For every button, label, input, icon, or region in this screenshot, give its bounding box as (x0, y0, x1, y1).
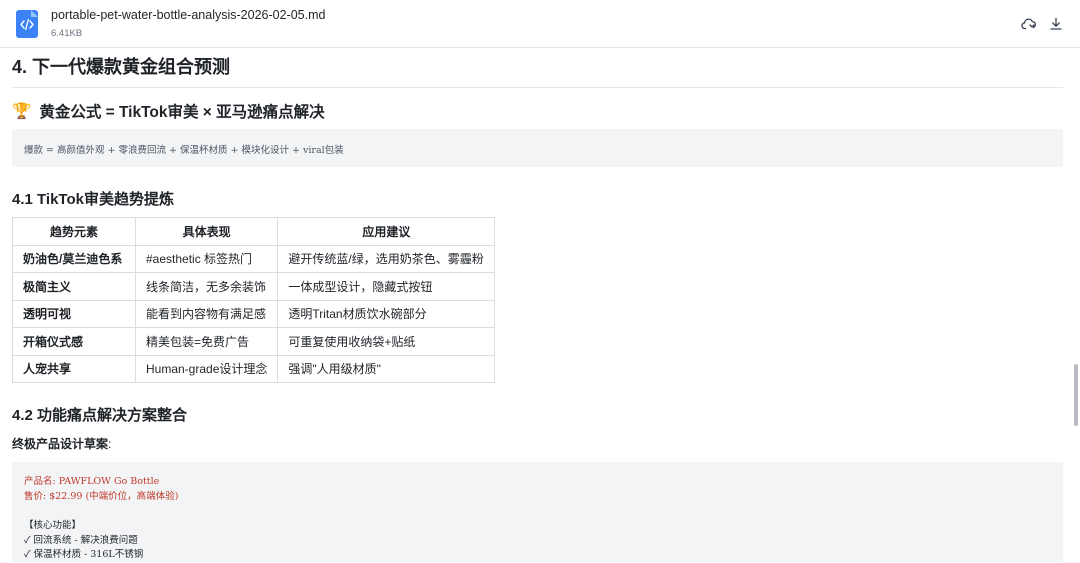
table-cell: 奶油色/莫兰迪色系 (12, 244, 136, 273)
trophy-icon: 🏆 (12, 102, 32, 120)
table-cell: 避开传统蓝/绿，选用奶茶色、雾霾粉 (277, 244, 496, 273)
table-cell: 线条简洁，无多余装饰 (134, 272, 279, 301)
table-row: 开箱仪式感 精美包装=免费广告 可重复使用收纳袋+贴纸 (12, 327, 496, 356)
code-line: ✓ 保温杯材质 - 316L不锈钢 (24, 549, 144, 560)
table-cell: #aesthetic 标签热门 (134, 244, 279, 273)
table-row: 人宠共享 Human-grade设计理念 强调"人用级材质" (12, 354, 496, 383)
table-cell: 人宠共享 (12, 354, 136, 383)
code-line: 【核心功能】 (24, 520, 82, 531)
cloud-sync-button[interactable] (1019, 14, 1039, 34)
table-cell: Human-grade设计理念 (134, 354, 279, 383)
table-header-row: 趋势元素 具体表现 应用建议 (12, 217, 496, 246)
table-row: 极简主义 线条简洁，无多余装饰 一体成型设计，隐藏式按钮 (12, 272, 496, 301)
code-file-icon (16, 10, 38, 38)
code-line: ✓ 回流系统 - 解决浪费问题 (24, 534, 138, 546)
file-size: 6.41KB (51, 28, 83, 39)
product-draft-code-block: 产品名: PAWFLOW Go Bottle 售价: $22.99 (中端价位，… (12, 462, 1063, 562)
formula-heading-text: 黄金公式 = TikTok审美 × 亚马逊痛点解决 (39, 104, 325, 121)
draft-label-colon: : (108, 437, 112, 451)
trend-table: 趋势元素 具体表现 应用建议 奶油色/莫兰迪色系 #aesthetic 标签热门… (12, 217, 496, 383)
table-cell: 透明Tritan材质饮水碗部分 (277, 299, 496, 328)
file-header: portable-pet-water-bottle-analysis-2026-… (0, 0, 1080, 48)
draft-label: 终极产品设计草案: (12, 435, 111, 452)
formula-heading: 🏆 黄金公式 = TikTok审美 × 亚马逊痛点解决 (12, 100, 325, 122)
table-cell: 极简主义 (12, 272, 136, 301)
draft-label-text: 终极产品设计草案 (12, 437, 109, 451)
file-name: portable-pet-water-bottle-analysis-2026-… (51, 8, 326, 22)
table-cell: 一体成型设计，隐藏式按钮 (277, 272, 496, 301)
table-cell: 透明可视 (12, 299, 136, 328)
table-header-cell: 具体表现 (134, 217, 279, 246)
code-line: 产品名: PAWFLOW Go Bottle (24, 476, 160, 487)
cloud-sync-icon (1021, 18, 1036, 30)
section-heading-4-1: 4.1 TikTok审美趋势提炼 (12, 191, 174, 208)
code-line: 售价: $22.99 (中端价位，高端体验) (24, 490, 179, 502)
table-cell: 能看到内容物有满足感 (134, 299, 279, 328)
table-cell: 精美包装=免费广告 (134, 327, 279, 356)
formula-code-block: 爆款 = 高颜值外观 + 零浪费回流 + 保温杯材质 + 模块化设计 + vir… (12, 129, 1063, 167)
vertical-scrollbar-thumb[interactable] (1074, 364, 1078, 426)
section-heading-4: 4. 下一代爆款黄金组合预测 (12, 53, 1063, 88)
table-header-cell: 趋势元素 (12, 217, 136, 246)
table-row: 奶油色/莫兰迪色系 #aesthetic 标签热门 避开传统蓝/绿，选用奶茶色、… (12, 244, 496, 273)
section-heading-4-2: 4.2 功能痛点解决方案整合 (12, 407, 188, 424)
formula-code: 爆款 = 高颜值外观 + 零浪费回流 + 保温杯材质 + 模块化设计 + vir… (24, 145, 344, 156)
table-row: 透明可视 能看到内容物有满足感 透明Tritan材质饮水碗部分 (12, 299, 496, 328)
download-icon (1050, 17, 1062, 30)
table-header-cell: 应用建议 (277, 217, 496, 246)
table-cell: 强调"人用级材质" (277, 354, 496, 383)
download-button[interactable] (1046, 14, 1066, 34)
table-cell: 开箱仪式感 (12, 327, 136, 356)
table-cell: 可重复使用收纳袋+贴纸 (277, 327, 496, 356)
